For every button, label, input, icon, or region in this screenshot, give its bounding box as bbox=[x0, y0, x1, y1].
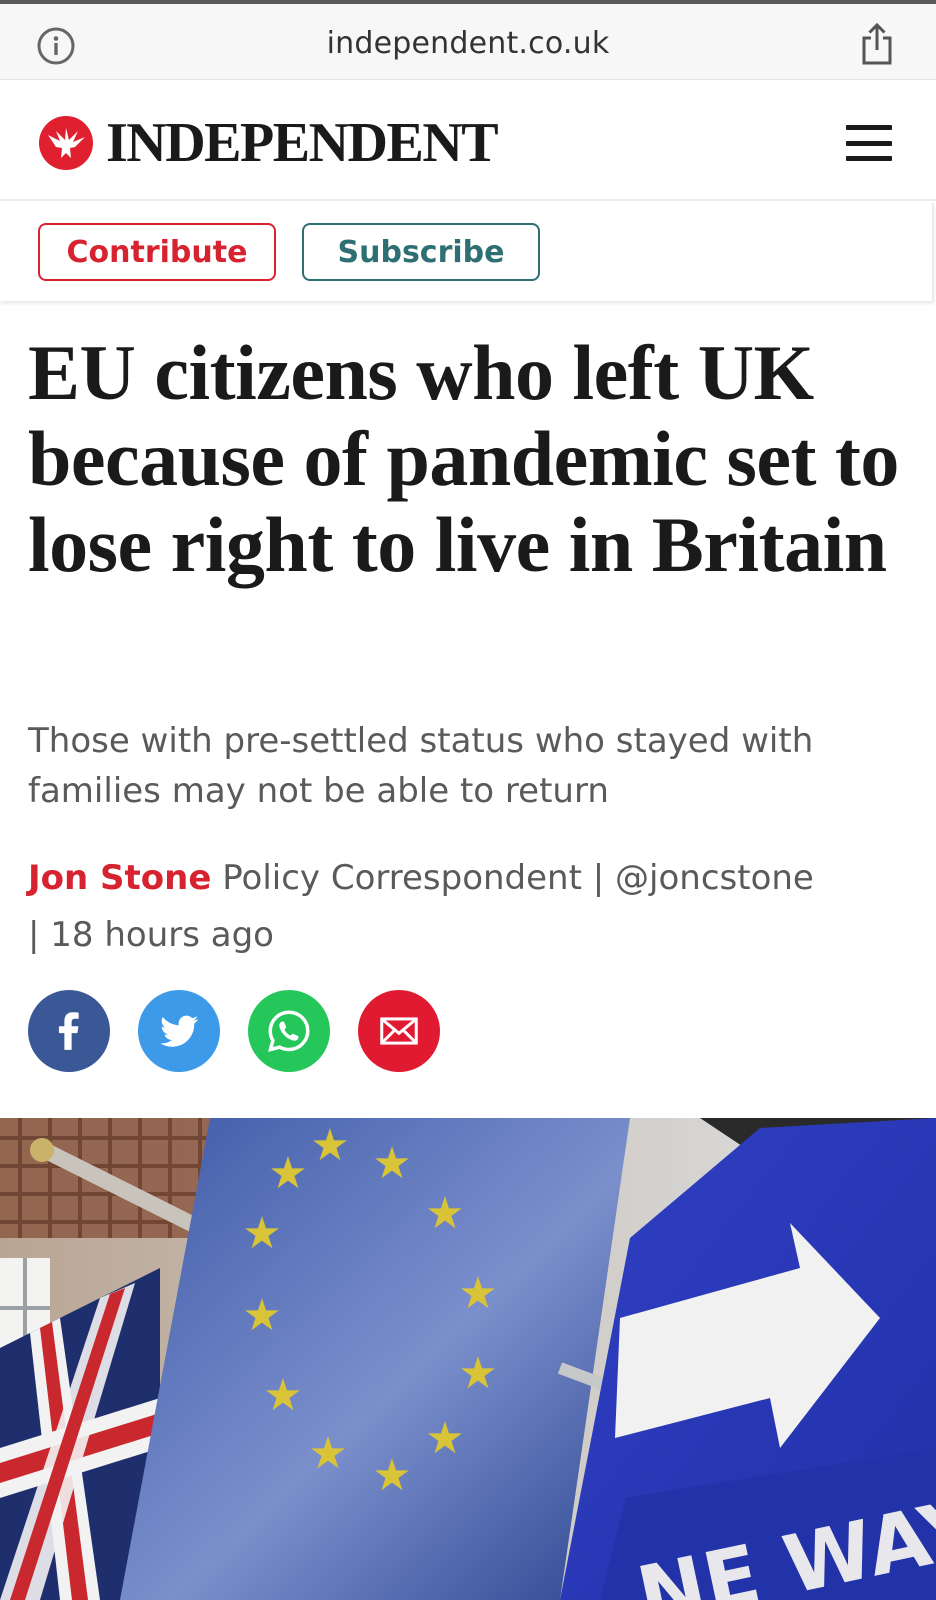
svg-text:★: ★ bbox=[425, 1188, 464, 1239]
byline-separator: | bbox=[592, 858, 605, 898]
flags-and-sign-illustration: ★ ★ ★ ★ ★ ★ ★ ★ ★ ★ ★ ★ NE WAY bbox=[0, 1118, 936, 1600]
author-twitter-link[interactable]: @joncstone bbox=[615, 858, 814, 898]
svg-text:★: ★ bbox=[268, 1148, 307, 1199]
svg-text:★: ★ bbox=[372, 1450, 411, 1501]
publish-time: 18 hours ago bbox=[50, 915, 274, 955]
svg-text:★: ★ bbox=[458, 1268, 497, 1319]
site-logo[interactable]: INDEPENDENT bbox=[38, 112, 499, 174]
email-icon[interactable] bbox=[358, 990, 440, 1072]
browser-address-bar: independent.co.uk bbox=[0, 4, 936, 80]
menu-line bbox=[846, 125, 892, 130]
twitter-glyph bbox=[160, 1015, 199, 1047]
svg-text:★: ★ bbox=[372, 1138, 411, 1189]
author-role: Policy Correspondent bbox=[222, 858, 582, 898]
svg-text:★: ★ bbox=[310, 1120, 349, 1171]
svg-text:★: ★ bbox=[425, 1413, 464, 1464]
whatsapp-icon[interactable] bbox=[248, 990, 330, 1072]
menu-line bbox=[846, 140, 892, 146]
url-text[interactable]: independent.co.uk bbox=[0, 26, 936, 61]
facebook-icon[interactable] bbox=[28, 990, 110, 1072]
author-link[interactable]: Jon Stone bbox=[28, 858, 211, 898]
contribute-button[interactable]: Contribute bbox=[38, 223, 276, 281]
eagle-logo-icon bbox=[39, 116, 93, 170]
twitter-icon[interactable] bbox=[138, 990, 220, 1072]
email-glyph bbox=[380, 1017, 418, 1045]
logo-wordmark: INDEPENDENT bbox=[106, 112, 499, 174]
hamburger-menu-icon[interactable] bbox=[846, 125, 892, 161]
article-headline: EU citizens who left UK because of pande… bbox=[28, 329, 899, 588]
svg-text:★: ★ bbox=[242, 1290, 281, 1341]
share-buttons bbox=[28, 990, 468, 1072]
membership-bar: Contribute Subscribe bbox=[0, 203, 934, 301]
facebook-glyph bbox=[58, 1012, 79, 1050]
svg-text:★: ★ bbox=[308, 1428, 347, 1479]
whatsapp-glyph bbox=[268, 1010, 310, 1052]
article-byline: Jon Stone Policy Correspondent | @joncst… bbox=[28, 850, 888, 964]
subscribe-button[interactable]: Subscribe bbox=[302, 223, 540, 281]
byline-separator: | bbox=[28, 915, 40, 955]
site-masthead: INDEPENDENT bbox=[0, 81, 936, 201]
share-icon[interactable] bbox=[860, 22, 894, 66]
article-hero-image[interactable]: ★ ★ ★ ★ ★ ★ ★ ★ ★ ★ ★ ★ NE WAY bbox=[0, 1118, 936, 1600]
svg-text:★: ★ bbox=[263, 1370, 302, 1421]
svg-text:★: ★ bbox=[458, 1348, 497, 1399]
menu-line bbox=[846, 156, 892, 161]
svg-text:★: ★ bbox=[242, 1208, 281, 1259]
article-standfirst: Those with pre-settled status who stayed… bbox=[28, 721, 814, 811]
